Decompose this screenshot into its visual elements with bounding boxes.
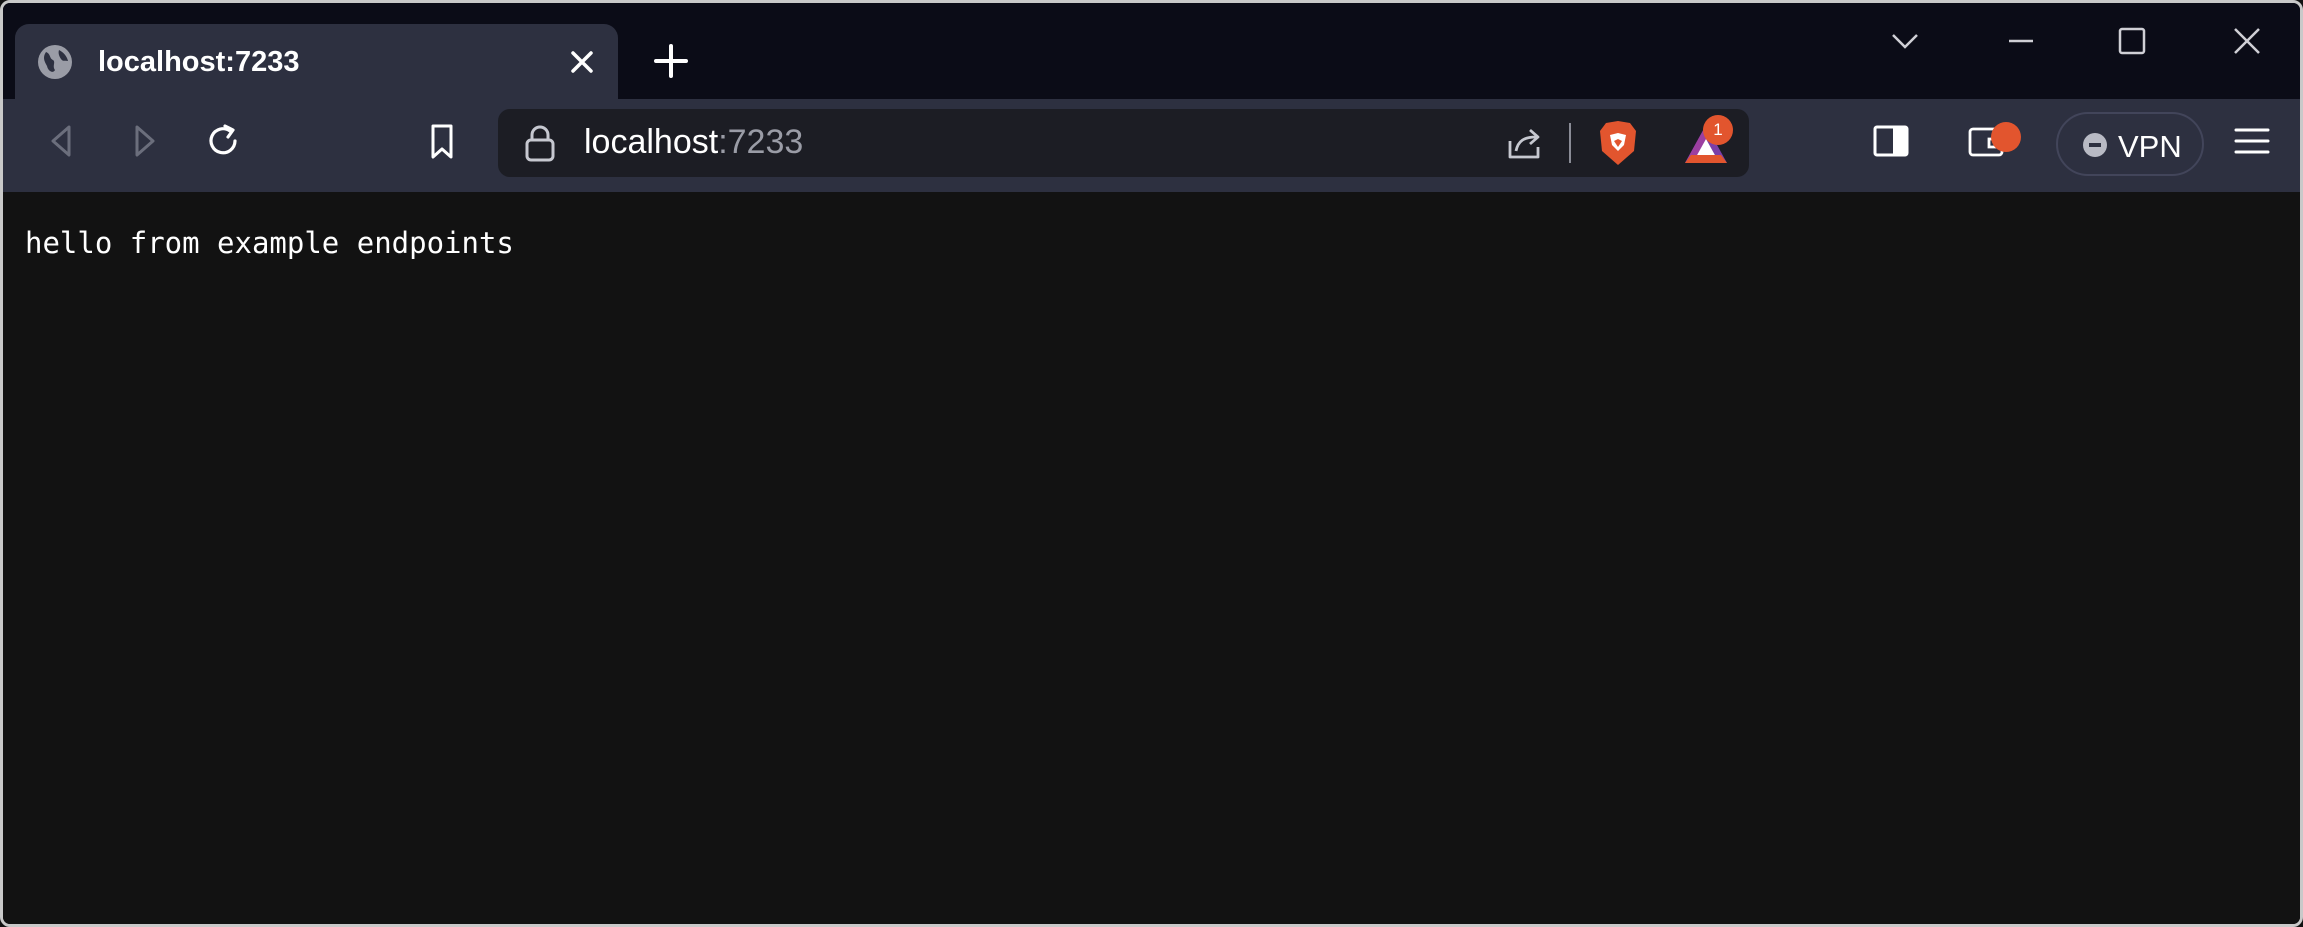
vpn-status-icon <box>2083 133 2107 157</box>
page-text: hello from example endpoints <box>25 226 514 260</box>
tab-strip: localhost:7233 <box>3 3 2300 99</box>
url-host: localhost <box>584 123 719 161</box>
tab-search-chevron-icon[interactable] <box>1885 21 1925 61</box>
lock-icon[interactable] <box>523 124 557 162</box>
close-window-icon[interactable] <box>2227 21 2267 61</box>
forward-icon[interactable] <box>121 119 165 163</box>
brave-shields-icon[interactable] <box>1596 119 1640 167</box>
wallet-notification-dot <box>1991 122 2021 152</box>
tab-active[interactable]: localhost:7233 <box>15 24 618 99</box>
reload-icon[interactable] <box>201 119 245 163</box>
share-icon[interactable] <box>1504 123 1544 163</box>
back-icon[interactable] <box>41 119 85 163</box>
vpn-button[interactable]: VPN <box>2056 112 2204 176</box>
close-tab-icon[interactable] <box>570 50 594 74</box>
sidebar-icon[interactable] <box>1869 119 1913 163</box>
browser-window: localhost:7233 localhost:7233 1 VPN hell… <box>0 0 2303 927</box>
url-port: :7233 <box>718 123 804 161</box>
globe-icon <box>38 45 72 79</box>
menu-icon[interactable] <box>2230 119 2274 163</box>
url-text[interactable]: localhost:7233 <box>584 123 803 162</box>
rewards-badge: 1 <box>1703 115 1733 145</box>
minimize-icon[interactable] <box>2001 21 2041 61</box>
toolbar: localhost:7233 1 VPN <box>3 99 2300 192</box>
divider <box>1569 123 1571 163</box>
vpn-label: VPN <box>2118 129 2182 164</box>
page-content: hello from example endpoints <box>3 192 2300 924</box>
bookmark-icon[interactable] <box>420 119 464 163</box>
maximize-icon[interactable] <box>2112 21 2152 61</box>
tab-title: localhost:7233 <box>98 46 300 78</box>
new-tab-icon[interactable] <box>653 43 689 79</box>
address-bar[interactable]: localhost:7233 1 <box>498 109 1749 177</box>
